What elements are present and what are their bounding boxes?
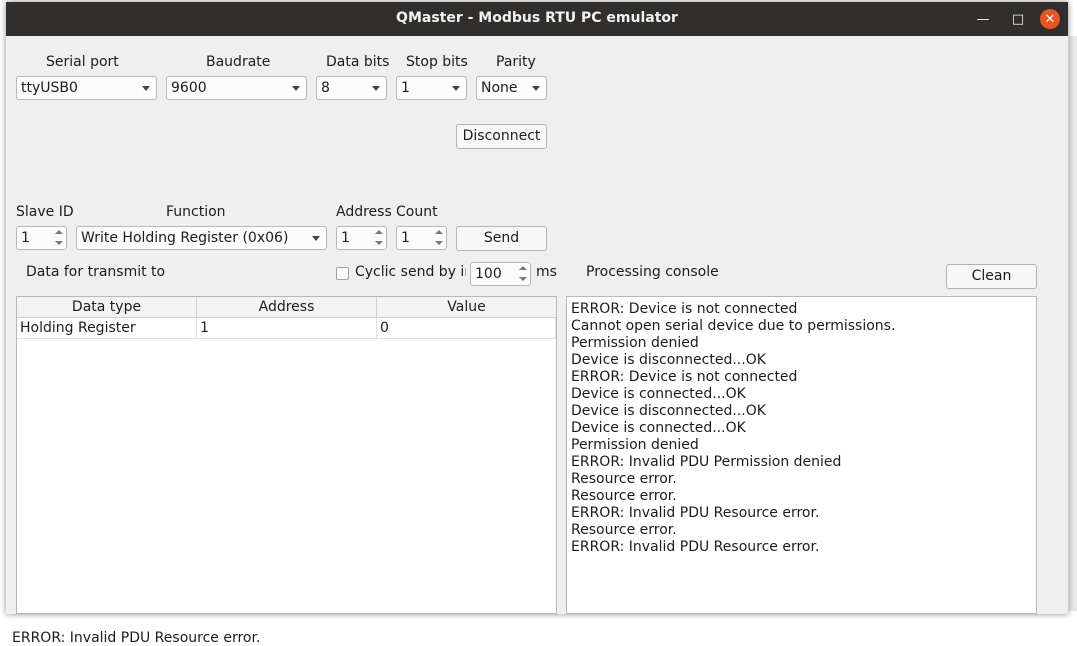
- main-content: Serial port ttyUSB0 Baudrate 9600 Data b…: [6, 36, 1068, 646]
- disconnect-button[interactable]: Disconnect: [456, 124, 547, 149]
- spin-up-icon[interactable]: [435, 230, 443, 234]
- transmit-data-label: Data for transmit to s: [26, 264, 168, 280]
- app-window: QMaster - Modbus RTU PC emulator — □ ✕ S…: [6, 2, 1068, 646]
- function-value: Write Holding Register (0x06): [81, 230, 289, 246]
- background-scrollbar: [1069, 36, 1077, 611]
- console-line: Resource error.: [571, 471, 677, 487]
- serial-port-value: ttyUSB0: [21, 80, 78, 96]
- spin-down-icon[interactable]: [519, 277, 527, 281]
- console-line: Resource error.: [571, 488, 677, 504]
- serial-port-label: Serial port: [46, 54, 119, 70]
- console-line: Device is disconnected...OK: [571, 352, 766, 368]
- console-line: Device is connected...OK: [571, 386, 746, 402]
- column-header[interactable]: Address: [197, 297, 377, 317]
- parity-label: Parity: [496, 54, 536, 70]
- ms-label: ms: [536, 264, 557, 280]
- slave-id-value: 1: [21, 230, 30, 246]
- chevron-down-icon: [292, 86, 300, 91]
- console-line: Device is connected...OK: [571, 420, 746, 436]
- send-button[interactable]: Send: [456, 226, 547, 251]
- spin-down-icon[interactable]: [435, 241, 443, 245]
- count-label: Count: [396, 204, 438, 220]
- data-bits-select[interactable]: 8: [316, 76, 387, 100]
- spin-down-icon[interactable]: [55, 241, 63, 245]
- console-line: ERROR: Device is not connected: [571, 301, 798, 317]
- parity-value: None: [481, 80, 518, 96]
- console-line: ERROR: Device is not connected: [571, 369, 798, 385]
- baudrate-value: 9600: [171, 80, 207, 96]
- stop-bits-value: 1: [401, 80, 410, 96]
- baudrate-select[interactable]: 9600: [166, 76, 307, 100]
- console-line: Device is disconnected...OK: [571, 403, 766, 419]
- table-cell[interactable]: 0: [377, 318, 556, 338]
- count-spinbox[interactable]: 1: [396, 226, 447, 250]
- close-icon[interactable]: ✕: [1040, 9, 1060, 29]
- slave-id-spinbox[interactable]: 1: [16, 226, 67, 250]
- spin-up-icon[interactable]: [519, 266, 527, 270]
- status-bar-text: ERROR: Invalid PDU Resource error.: [12, 630, 261, 646]
- spin-down-icon[interactable]: [375, 241, 383, 245]
- window-title: QMaster - Modbus RTU PC emulator: [396, 10, 678, 26]
- minimize-icon[interactable]: —: [973, 9, 993, 29]
- console-line: Resource error.: [571, 522, 677, 538]
- function-select[interactable]: Write Holding Register (0x06): [76, 226, 327, 250]
- function-label: Function: [166, 204, 226, 220]
- chevron-down-icon: [372, 86, 380, 91]
- cyclic-interval-spinbox[interactable]: 100: [470, 262, 531, 286]
- chevron-down-icon: [452, 86, 460, 91]
- count-value: 1: [401, 230, 410, 246]
- stop-bits-select[interactable]: 1: [396, 76, 467, 100]
- console-line: Permission denied: [571, 335, 699, 351]
- table-cell[interactable]: Holding Register: [17, 318, 197, 338]
- serial-port-select[interactable]: ttyUSB0: [16, 76, 157, 100]
- clean-button[interactable]: Clean: [946, 264, 1037, 289]
- table-cell[interactable]: 1: [197, 318, 377, 338]
- console-line: ERROR: Invalid PDU Resource error.: [571, 539, 820, 555]
- maximize-icon[interactable]: □: [1008, 9, 1028, 29]
- title-bar: QMaster - Modbus RTU PC emulator — □ ✕: [6, 2, 1068, 36]
- data-bits-value: 8: [321, 80, 330, 96]
- data-bits-label: Data bits: [326, 54, 390, 70]
- cyclic-interval-value: 100: [475, 266, 502, 282]
- address-value: 1: [341, 230, 350, 246]
- column-header[interactable]: Value: [377, 297, 556, 317]
- console-line: Cannot open serial device due to permiss…: [571, 318, 896, 334]
- processing-console[interactable]: ERROR: Device is not connected Cannot op…: [566, 296, 1037, 614]
- stop-bits-label: Stop bits: [406, 54, 468, 70]
- chevron-down-icon: [142, 86, 150, 91]
- console-title: Processing console: [586, 264, 719, 280]
- chevron-down-icon: [532, 86, 540, 91]
- cyclic-send-label: Cyclic send by int: [355, 264, 466, 280]
- slave-id-label: Slave ID: [16, 204, 74, 220]
- spin-up-icon[interactable]: [375, 230, 383, 234]
- transmit-table[interactable]: Data type Address Value Holding Register…: [16, 296, 557, 614]
- parity-select[interactable]: None: [476, 76, 547, 100]
- column-header[interactable]: Data type: [17, 297, 197, 317]
- address-spinbox[interactable]: 1: [336, 226, 387, 250]
- baudrate-label: Baudrate: [206, 54, 271, 70]
- spin-up-icon[interactable]: [55, 230, 63, 234]
- console-line: ERROR: Invalid PDU Permission denied: [571, 454, 842, 470]
- table-header: Data type Address Value: [17, 297, 556, 318]
- chevron-down-icon: [312, 236, 320, 241]
- console-line: ERROR: Invalid PDU Resource error.: [571, 505, 820, 521]
- address-label: Address: [336, 204, 392, 220]
- table-row[interactable]: Holding Register 1 0: [17, 318, 556, 339]
- cyclic-send-checkbox[interactable]: [336, 267, 349, 280]
- console-line: Permission denied: [571, 437, 699, 453]
